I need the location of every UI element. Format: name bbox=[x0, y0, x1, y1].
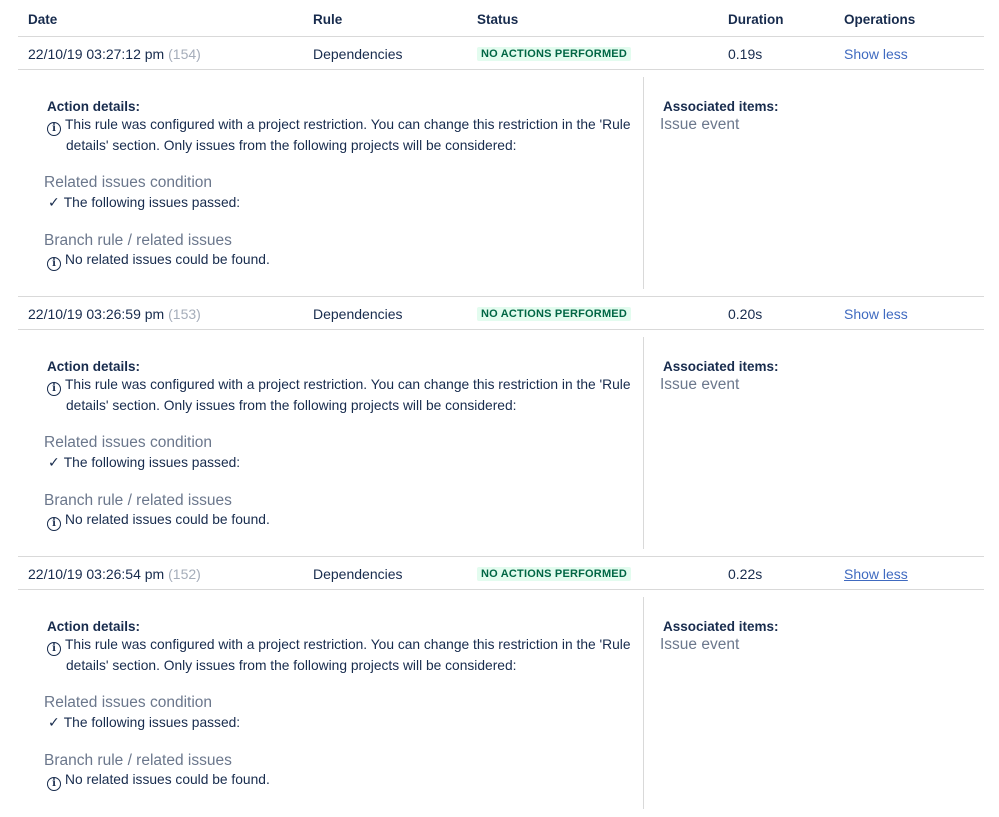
show-less-link[interactable]: Show less bbox=[844, 46, 908, 62]
column-divider bbox=[643, 77, 644, 289]
related-issues-condition-heading: Related issues condition bbox=[44, 434, 213, 451]
action-details-label: Action details: bbox=[47, 99, 141, 114]
related-issues-condition-heading: Related issues condition bbox=[44, 174, 213, 191]
passed-message: ✓ The following issues passed: bbox=[48, 712, 240, 733]
details-panel: Action details: i This rule was configure… bbox=[18, 337, 984, 549]
associated-items-label: Associated items: bbox=[663, 99, 779, 114]
no-related-text: No related issues could be found. bbox=[65, 772, 270, 787]
restriction-line-2: details' section. Only issues from the f… bbox=[66, 658, 517, 673]
header-date: Date bbox=[28, 12, 58, 27]
details-panel: Action details: i This rule was configure… bbox=[18, 77, 984, 289]
associated-items-label: Associated items: bbox=[663, 619, 779, 634]
info-icon: i bbox=[47, 382, 61, 396]
column-divider bbox=[643, 597, 644, 809]
row-rule: Dependencies bbox=[313, 306, 403, 322]
table-row[interactable]: 22/10/19 03:27:12 pm (154) Dependencies … bbox=[18, 37, 984, 70]
table-row[interactable]: 22/10/19 03:26:54 pm (152) Dependencies … bbox=[18, 557, 984, 590]
table-header: Date Rule Status Duration Operations bbox=[18, 0, 984, 37]
date-value: 22/10/19 03:27:12 pm bbox=[28, 46, 165, 62]
row-date: 22/10/19 03:27:12 pm (154) bbox=[28, 46, 201, 62]
audit-log-entry: 22/10/19 03:27:12 pm (154) Dependencies … bbox=[18, 37, 984, 297]
execution-id: (152) bbox=[168, 566, 201, 582]
row-rule: Dependencies bbox=[313, 46, 403, 62]
table-row[interactable]: 22/10/19 03:26:59 pm (153) Dependencies … bbox=[18, 297, 984, 330]
branch-rule-heading: Branch rule / related issues bbox=[44, 492, 232, 509]
date-value: 22/10/19 03:26:54 pm bbox=[28, 566, 165, 582]
row-duration: 0.22s bbox=[728, 566, 763, 582]
info-icon: i bbox=[47, 122, 61, 136]
info-icon: i bbox=[47, 642, 61, 656]
restriction-line-1: This rule was configured with a project … bbox=[65, 117, 631, 132]
row-duration: 0.19s bbox=[728, 46, 763, 62]
restriction-message: i This rule was configured with a project… bbox=[47, 115, 637, 156]
check-icon: ✓ bbox=[48, 454, 60, 470]
passed-text: The following issues passed: bbox=[63, 715, 241, 730]
passed-message: ✓ The following issues passed: bbox=[48, 452, 240, 473]
status-badge: NO ACTIONS PERFORMED bbox=[477, 567, 631, 581]
check-icon: ✓ bbox=[48, 714, 60, 730]
header-status: Status bbox=[477, 12, 519, 27]
info-icon: i bbox=[47, 517, 61, 531]
status-badge: NO ACTIONS PERFORMED bbox=[477, 307, 631, 321]
related-issues-condition-heading: Related issues condition bbox=[44, 694, 213, 711]
execution-id: (154) bbox=[168, 46, 201, 62]
restriction-line-2: details' section. Only issues from the f… bbox=[66, 398, 517, 413]
check-icon: ✓ bbox=[48, 194, 60, 210]
audit-log-entry: 22/10/19 03:26:54 pm (152) Dependencies … bbox=[18, 556, 984, 817]
associated-item: Issue event bbox=[660, 636, 740, 653]
associated-items-label: Associated items: bbox=[663, 359, 779, 374]
branch-rule-heading: Branch rule / related issues bbox=[44, 752, 232, 769]
row-rule: Dependencies bbox=[313, 566, 403, 582]
date-value: 22/10/19 03:26:59 pm bbox=[28, 306, 165, 322]
no-related-text: No related issues could be found. bbox=[65, 512, 270, 527]
associated-item: Issue event bbox=[660, 116, 740, 133]
row-date: 22/10/19 03:26:59 pm (153) bbox=[28, 306, 201, 322]
restriction-message: i This rule was configured with a project… bbox=[47, 635, 637, 676]
branch-rule-heading: Branch rule / related issues bbox=[44, 232, 232, 249]
row-date: 22/10/19 03:26:54 pm (152) bbox=[28, 566, 201, 582]
restriction-line-1: This rule was configured with a project … bbox=[65, 377, 631, 392]
header-duration: Duration bbox=[728, 12, 784, 27]
restriction-line-1: This rule was configured with a project … bbox=[65, 637, 631, 652]
status-badge: NO ACTIONS PERFORMED bbox=[477, 47, 631, 61]
column-divider bbox=[643, 337, 644, 549]
info-icon: i bbox=[47, 777, 61, 791]
action-details-label: Action details: bbox=[47, 619, 141, 634]
passed-text: The following issues passed: bbox=[63, 195, 241, 210]
show-less-link[interactable]: Show less bbox=[844, 306, 908, 322]
header-rule: Rule bbox=[313, 12, 343, 27]
info-icon: i bbox=[47, 257, 61, 271]
audit-log-entry: 22/10/19 03:26:59 pm (153) Dependencies … bbox=[18, 296, 984, 557]
header-operations: Operations bbox=[844, 12, 916, 27]
row-duration: 0.20s bbox=[728, 306, 763, 322]
associated-item: Issue event bbox=[660, 376, 740, 393]
details-panel: Action details: i This rule was configure… bbox=[18, 597, 984, 809]
action-details-label: Action details: bbox=[47, 359, 141, 374]
execution-id: (153) bbox=[168, 306, 201, 322]
show-less-link[interactable]: Show less bbox=[844, 566, 908, 582]
passed-message: ✓ The following issues passed: bbox=[48, 192, 240, 213]
restriction-line-2: details' section. Only issues from the f… bbox=[66, 138, 517, 153]
no-related-message: i No related issues could be found. bbox=[47, 250, 270, 271]
no-related-message: i No related issues could be found. bbox=[47, 770, 270, 791]
no-related-message: i No related issues could be found. bbox=[47, 510, 270, 531]
restriction-message: i This rule was configured with a project… bbox=[47, 375, 637, 416]
no-related-text: No related issues could be found. bbox=[65, 252, 270, 267]
passed-text: The following issues passed: bbox=[63, 455, 241, 470]
